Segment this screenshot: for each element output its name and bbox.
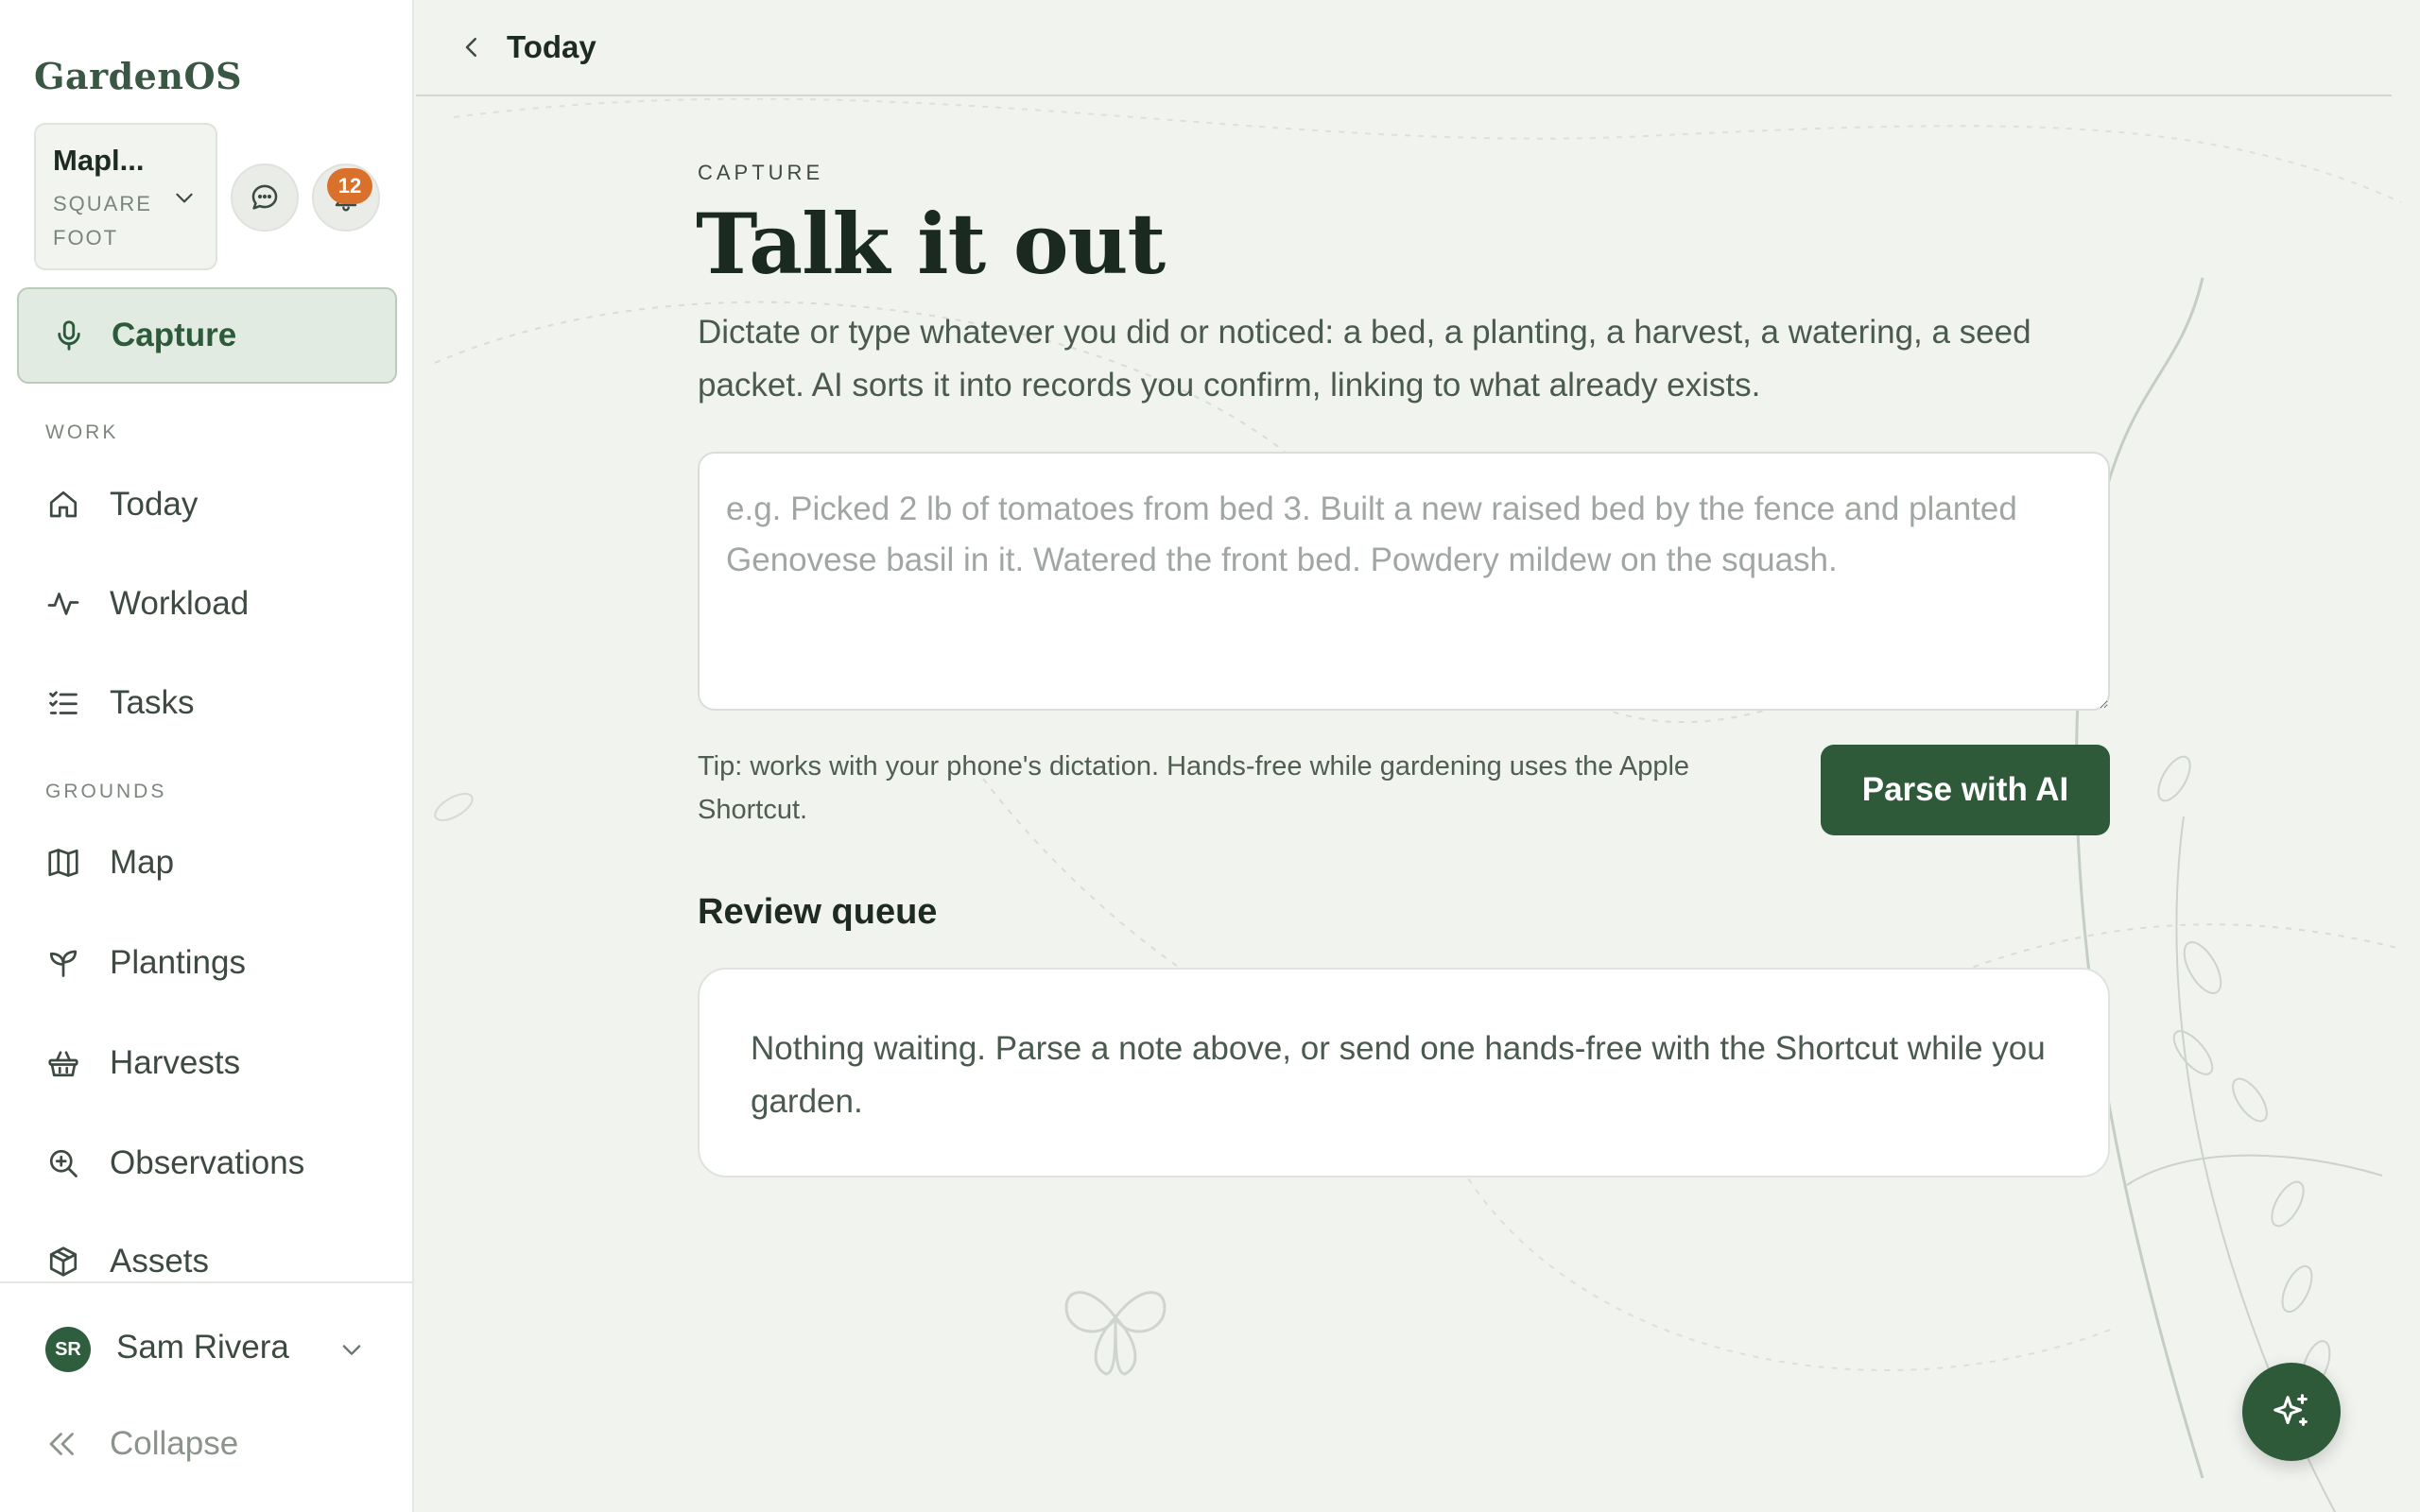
nav-harvests-label: Harvests [110, 1044, 241, 1081]
sparkles-icon [2273, 1394, 2308, 1426]
dictation-tip: Tip: works with your phone's dictation. … [698, 751, 1690, 825]
nav-workload[interactable]: Workload [45, 576, 249, 632]
review-queue-empty-text: Nothing waiting. Parse a note above, or … [751, 1030, 2046, 1120]
site-switcher[interactable]: Mapl... SQUARE FOOT [34, 123, 217, 270]
user-name[interactable]: Sam Rivera [116, 1329, 289, 1366]
basket-icon [45, 1045, 81, 1081]
site-name: Mapl... [53, 144, 145, 177]
collapse-label: Collapse [110, 1425, 239, 1462]
chat-button[interactable] [231, 163, 299, 232]
back-link-today[interactable]: Today [507, 29, 596, 65]
notification-count-badge: 12 [327, 168, 372, 204]
nav-observations-label: Observations [110, 1144, 305, 1181]
sprout-icon [45, 945, 81, 981]
chevron-left-icon[interactable] [458, 33, 486, 61]
sidebar-footer: SR Sam Rivera Collapse [0, 1281, 412, 1512]
parse-with-ai-button[interactable]: Parse with AI [1821, 745, 2110, 835]
nav-map-label: Map [110, 844, 175, 881]
checklist-icon [45, 685, 81, 721]
microphone-icon [58, 320, 80, 351]
search-plus-icon [45, 1145, 81, 1181]
nav-tasks[interactable]: Tasks [45, 675, 194, 731]
nav-tasks-label: Tasks [110, 684, 195, 721]
nav-workload-label: Workload [110, 585, 250, 622]
avatar[interactable]: SR [45, 1327, 91, 1372]
review-queue-empty-state: Nothing waiting. Parse a note above, or … [698, 968, 2110, 1177]
section-label-work: WORK [45, 421, 119, 443]
nav-capture-label: Capture [112, 317, 237, 353]
home-icon [45, 487, 81, 523]
nav-plantings-label: Plantings [110, 944, 246, 981]
collapse-button[interactable]: Collapse [45, 1425, 238, 1463]
ai-assistant-button[interactable] [2242, 1363, 2341, 1461]
nav-assets-label: Assets [110, 1243, 210, 1280]
activity-icon [45, 586, 81, 622]
box-icon [45, 1244, 81, 1280]
nav-observations[interactable]: Observations [45, 1135, 304, 1192]
map-icon [45, 845, 81, 881]
top-bar: Today [416, 0, 2392, 96]
page-intro: Dictate or type whatever you did or noti… [698, 314, 2031, 404]
chat-bubble-icon [251, 184, 278, 210]
sidebar: GardenOS Mapl... SQUARE FOOT 12 Capture … [0, 0, 414, 1512]
site-type: SQUARE FOOT [53, 192, 152, 249]
page-title: Talk it out [696, 195, 1166, 293]
nav-map[interactable]: Map [45, 834, 174, 891]
section-label-grounds: GROUNDS [45, 781, 167, 802]
chevron-down-icon [176, 193, 193, 203]
nav-harvests[interactable]: Harvests [45, 1035, 240, 1091]
nav-plantings[interactable]: Plantings [45, 935, 246, 991]
page-eyebrow: CAPTURE [698, 161, 824, 184]
note-input[interactable] [698, 452, 2110, 711]
nav-capture[interactable]: Capture [17, 287, 397, 384]
app-logo[interactable]: GardenOS [34, 55, 242, 97]
nav-today-label: Today [110, 486, 199, 523]
chevron-down-icon[interactable] [338, 1336, 365, 1363]
chevrons-left-icon [49, 1433, 74, 1455]
nav-today[interactable]: Today [45, 476, 198, 533]
review-queue-heading: Review queue [698, 892, 938, 932]
